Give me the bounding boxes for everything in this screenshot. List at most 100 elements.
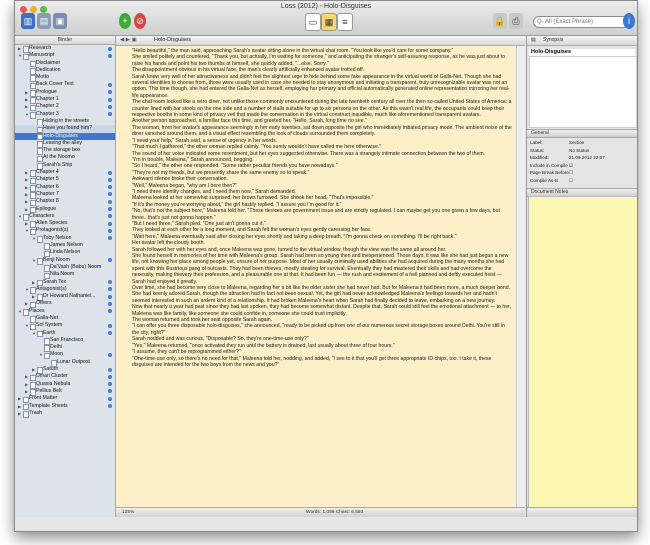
general-field-value[interactable]: 21.09.2012 22:07 [569, 155, 605, 160]
binder-item[interactable]: ▼ Earth [15, 330, 115, 338]
editor-paragraph[interactable]: "One-time-use only, so there's no need f… [132, 356, 513, 369]
add-button[interactable]: + [119, 13, 131, 29]
disclosure-closed-icon[interactable]: ▶ [25, 373, 28, 380]
binder-item[interactable]: Disclaimer [15, 60, 115, 68]
editor-paragraph[interactable]: "I can offer you three disposable holo-d… [132, 323, 513, 336]
editor-text-area[interactable]: "Hello beautiful," the man said, approac… [116, 46, 517, 508]
disclosure-closed-icon[interactable]: ▶ [25, 103, 28, 110]
editor-paragraph[interactable]: The chat room looked like a retro diner,… [132, 99, 513, 118]
binder-item[interactable]: Nila Noom [15, 271, 115, 280]
disclosure-closed-icon[interactable]: ▶ [18, 45, 21, 52]
binder-item[interactable]: James Nelson [15, 242, 115, 250]
editor-paragraph[interactable]: The sound of her voice indicated some re… [132, 151, 513, 157]
disclosure-closed-icon[interactable]: ▶ [25, 176, 28, 183]
editor-text[interactable]: "Hello beautiful," the man said, approac… [116, 46, 517, 368]
editor-paragraph[interactable]: Sarah knew very well of her attractivene… [132, 74, 513, 100]
disclosure-closed-icon[interactable]: ▶ [25, 96, 28, 103]
disclosure-open-icon[interactable]: ▼ [18, 213, 22, 220]
disclosure-closed-icon[interactable]: ▶ [18, 395, 21, 402]
disclosure-closed-icon[interactable]: ▶ [32, 293, 35, 300]
disclosure-closed-icon[interactable]: ▶ [25, 89, 28, 96]
binder-item[interactable]: ▼ Protagonist(s) [15, 227, 115, 236]
disclosure-open-icon[interactable]: ▼ [25, 227, 29, 234]
general-field-value[interactable]: ☐ [569, 170, 573, 176]
binder-item[interactable]: ▶ Chapter 8 [15, 198, 115, 207]
disclosure-open-icon[interactable]: ▼ [39, 351, 43, 358]
binder-item[interactable]: ▶ Trash [15, 410, 115, 418]
binder-item[interactable]: ▶ Dr Howard Nathaniel... [15, 293, 115, 301]
editor-paragraph[interactable]: Now that nearly a year had past since th… [132, 304, 513, 317]
binder-item[interactable]: ▶ Sarah Tex [15, 279, 115, 287]
document-notes-area[interactable] [528, 196, 637, 508]
corkboard-icon[interactable]: ▦ [321, 13, 337, 31]
editor-paragraph[interactable]: "No, that's not the subject here," Malee… [132, 208, 513, 221]
binder-item[interactable]: Have you found him? [15, 125, 115, 134]
binder-item[interactable]: ▼ Toby Nelson [15, 235, 115, 243]
disclosure-closed-icon[interactable]: ▶ [25, 184, 28, 191]
delete-button[interactable]: ⊘ [134, 13, 146, 29]
synopsis-title[interactable]: Holo-Disguises [529, 49, 635, 56]
binder-item[interactable]: Back Cover Text [15, 81, 115, 90]
binder-item[interactable]: ▶ Chapter 4 [15, 169, 115, 177]
binder-item[interactable]: ▶ Chapter 7 [15, 191, 115, 199]
binder-item[interactable]: ▶ Pellius Belt [15, 388, 115, 396]
binder-item[interactable]: San Francisco [15, 337, 115, 345]
disclosure-closed-icon[interactable]: ▶ [25, 191, 28, 198]
synopsis-text-area[interactable] [529, 56, 637, 128]
disclosure-closed-icon[interactable]: ▶ [18, 403, 21, 410]
disclosure-open-icon[interactable]: ▼ [18, 52, 22, 59]
disclosure-closed-icon[interactable]: ▶ [25, 220, 28, 227]
binder-item[interactable]: ▼ Characters [15, 213, 115, 221]
disclosure-closed-icon[interactable]: ▶ [25, 206, 28, 213]
general-field-value[interactable]: ☐ [569, 178, 573, 184]
binder-item[interactable]: ▼ Benji Noom [15, 257, 115, 265]
binder-item[interactable]: Dedication [15, 67, 115, 75]
zoom-level[interactable]: 125% [122, 508, 134, 517]
editor-paragraph[interactable]: She found herself in memories of her tim… [132, 253, 513, 285]
binder-item[interactable]: ▶ Saturn [15, 366, 115, 374]
disclosure-open-icon[interactable]: ▼ [25, 111, 29, 118]
binder-item[interactable]: Galla-Net [15, 315, 115, 323]
composition-icon[interactable]: ▣ [53, 13, 67, 29]
disclosure-open-icon[interactable]: ▼ [25, 322, 29, 329]
general-field-value[interactable]: No Status [569, 148, 589, 153]
binder-item[interactable]: Hiding in the streets [15, 118, 115, 126]
binder-item[interactable]: ▶ Others [15, 300, 115, 309]
binder-item[interactable]: ▼ Moon [15, 351, 115, 360]
notes-tab-icon[interactable]: ▤ [531, 36, 536, 45]
disclosure-closed-icon[interactable]: ▶ [25, 381, 28, 388]
binder-item[interactable]: Lunar Outpost [15, 359, 115, 367]
binder-item[interactable]: At the Noomo [15, 154, 115, 163]
general-field-value[interactable]: ☑ [569, 163, 573, 169]
binder-item[interactable]: ▼ Chapter 3 [15, 111, 115, 119]
binder-item[interactable]: ▶ Alien Species [15, 220, 115, 229]
binder-item[interactable]: Leaving the alley [15, 140, 115, 148]
binder-item[interactable]: ▼ Manuscript [15, 52, 115, 61]
binder-item[interactable]: ▶ Prologue [15, 89, 115, 97]
binder-item[interactable]: Sarah's Ship [15, 162, 115, 170]
binder-icon[interactable]: ▥ [21, 13, 35, 29]
outliner-icon[interactable]: ≡ [337, 13, 353, 31]
disclosure-open-icon[interactable]: ▼ [25, 286, 29, 293]
inspector-icon[interactable]: i [623, 13, 635, 29]
editor-scrollbar[interactable] [516, 46, 525, 508]
binder-item[interactable]: Linda Nelson [15, 249, 115, 258]
disclosure-closed-icon[interactable]: ▶ [25, 169, 28, 176]
binder-item[interactable]: ▶ Chapter 5 [15, 176, 115, 185]
disclosure-open-icon[interactable]: ▼ [32, 235, 36, 242]
binder-item[interactable]: ▶ Research [15, 45, 115, 53]
disclosure-open-icon[interactable]: ▼ [32, 257, 36, 264]
collections-icon[interactable]: ▤ [37, 13, 51, 29]
disclosure-closed-icon[interactable]: ▶ [32, 279, 35, 286]
binder-item[interactable]: ▼ Sol System [15, 322, 115, 331]
search-input[interactable]: Q- All (Exact Phrase) [533, 16, 629, 28]
binder-item[interactable]: ▶ Umari Cluster [15, 373, 115, 382]
editor-nav-icon[interactable]: ◀ ▶ ▣ [120, 36, 137, 45]
binder-item[interactable]: ▶ Quaxia Nebula [15, 381, 115, 389]
lock-icon[interactable]: 🔒 [493, 13, 507, 29]
disclosure-open-icon[interactable]: ▼ [18, 308, 22, 315]
disclosure-closed-icon[interactable]: ▶ [32, 366, 35, 373]
binder-item[interactable]: The storage box [15, 147, 115, 156]
binder-item[interactable]: ▶ Epilogue [15, 206, 115, 214]
binder-item[interactable]: Holo-Disguises [15, 132, 115, 141]
